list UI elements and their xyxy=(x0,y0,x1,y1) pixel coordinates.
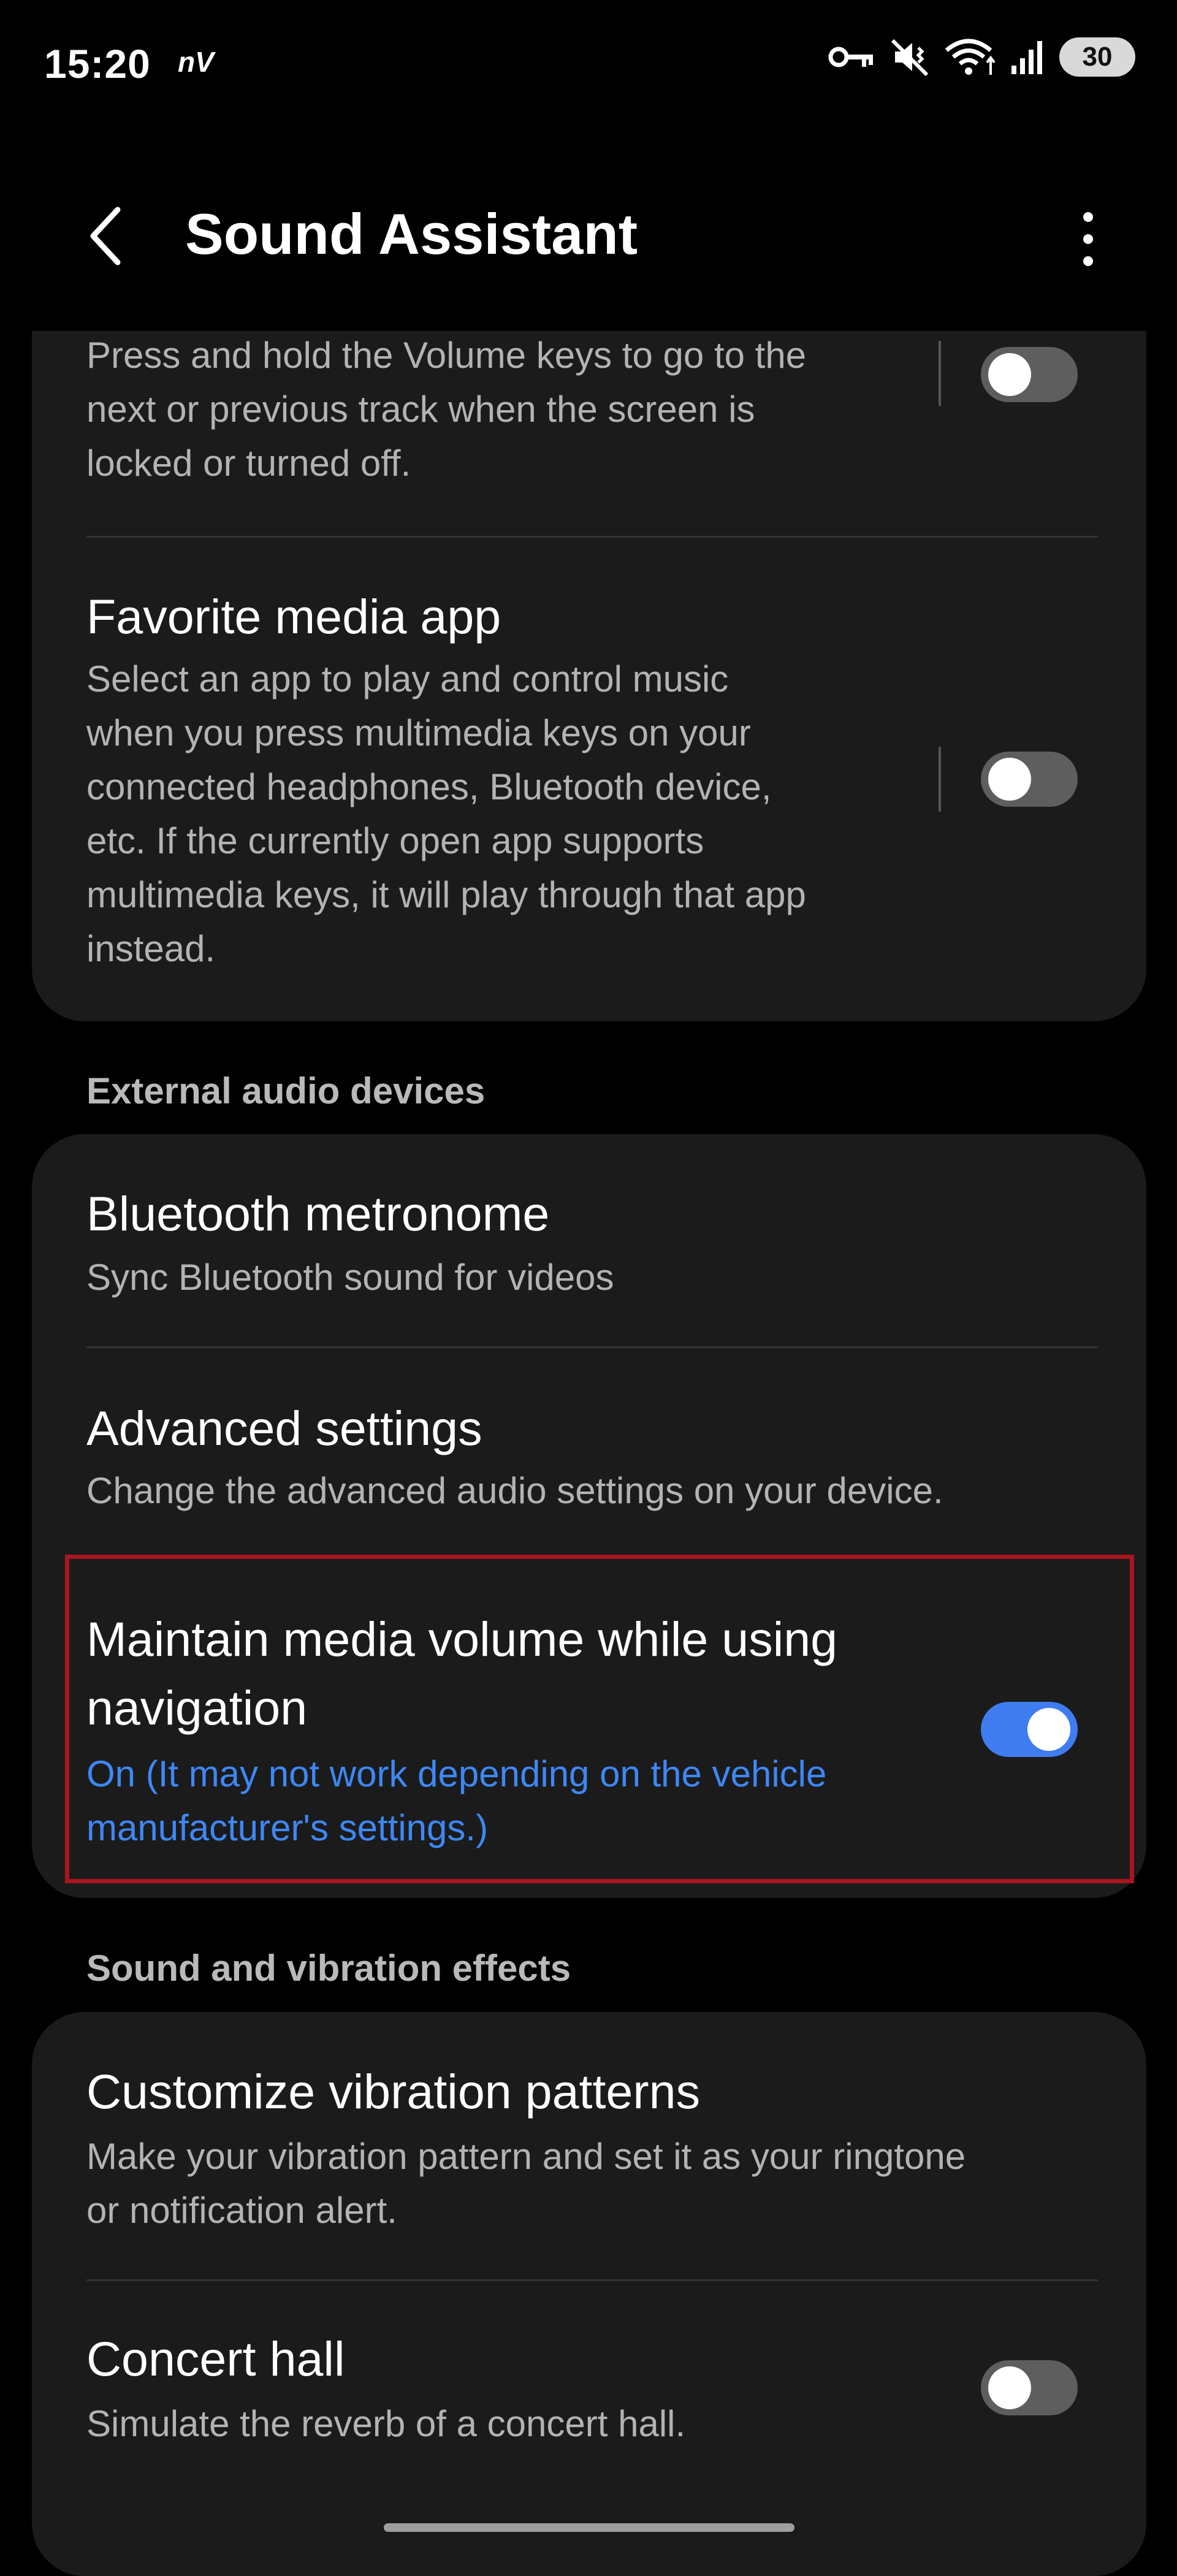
favorite-media-app-desc-line2: when you press multimedia keys on your xyxy=(86,712,751,753)
carrier-badge: nV xyxy=(178,46,214,78)
highlight-box xyxy=(65,1555,1134,1883)
chevron-left-icon xyxy=(90,207,121,265)
bluetooth-metronome-title: Bluetooth metronome xyxy=(86,1186,550,1241)
favorite-media-app-desc-line6: instead. xyxy=(86,928,216,969)
volume-keys-desc-line3: locked or turned off. xyxy=(86,443,411,484)
concert-hall-toggle[interactable] xyxy=(981,2360,1078,2415)
volume-keys-desc-line2: next or previous track when the screen i… xyxy=(86,389,755,430)
divider xyxy=(86,1346,1098,1348)
favorite-media-app-desc-line1: Select an app to play and control music xyxy=(86,658,729,699)
favorite-media-app-desc-line5: multimedia keys, it will play through th… xyxy=(86,874,806,915)
favorite-media-app-desc-line4: etc. If the currently open app supports xyxy=(86,820,704,861)
customize-vibration-title: Customize vibration patterns xyxy=(86,2064,701,2119)
toggle-separator xyxy=(939,341,941,406)
battery-icon: 30 xyxy=(1059,37,1135,77)
favorite-media-app-toggle[interactable] xyxy=(981,752,1078,807)
volume-keys-media-toggle[interactable] xyxy=(981,347,1078,402)
more-options-button[interactable] xyxy=(1073,208,1103,270)
page-title: Sound Assistant xyxy=(185,202,638,266)
concert-hall-title: Concert hall xyxy=(86,2331,345,2386)
status-time: 15:20 xyxy=(44,41,151,86)
status-bar: 15:20 nV 30 xyxy=(0,0,1177,129)
app-header: Sound Assistant xyxy=(0,184,1177,288)
divider xyxy=(86,2279,1098,2281)
customize-vibration-desc-line1: Make your vibration pattern and set it a… xyxy=(86,2136,966,2177)
more-vertical-icon xyxy=(1083,212,1093,266)
wifi-icon xyxy=(944,37,996,77)
mute-vibrate-icon xyxy=(890,37,931,77)
home-indicator[interactable] xyxy=(384,2523,794,2532)
customize-vibration-desc-line2: or notification alert. xyxy=(86,2190,397,2231)
volume-keys-desc-line1: Press and hold the Volume keys to go to … xyxy=(86,335,807,376)
signal-icon xyxy=(1009,39,1046,75)
section-header-sound-effects: Sound and vibration effects xyxy=(86,1948,571,1989)
key-icon xyxy=(828,42,877,72)
status-icons: 30 xyxy=(828,37,1135,77)
back-button[interactable] xyxy=(80,202,135,270)
concert-hall-desc: Simulate the reverb of a concert hall. xyxy=(86,2403,686,2444)
toggle-separator xyxy=(939,747,941,812)
favorite-media-app-title: Favorite media app xyxy=(86,589,501,644)
divider xyxy=(86,536,1098,538)
favorite-media-app-desc-line3: connected headphones, Bluetooth device, xyxy=(86,766,772,807)
bluetooth-metronome-desc: Sync Bluetooth sound for videos xyxy=(86,1257,614,1298)
advanced-settings-desc: Change the advanced audio settings on yo… xyxy=(86,1470,943,1511)
advanced-settings-title: Advanced settings xyxy=(86,1401,482,1455)
section-header-external-audio: External audio devices xyxy=(86,1070,486,1111)
